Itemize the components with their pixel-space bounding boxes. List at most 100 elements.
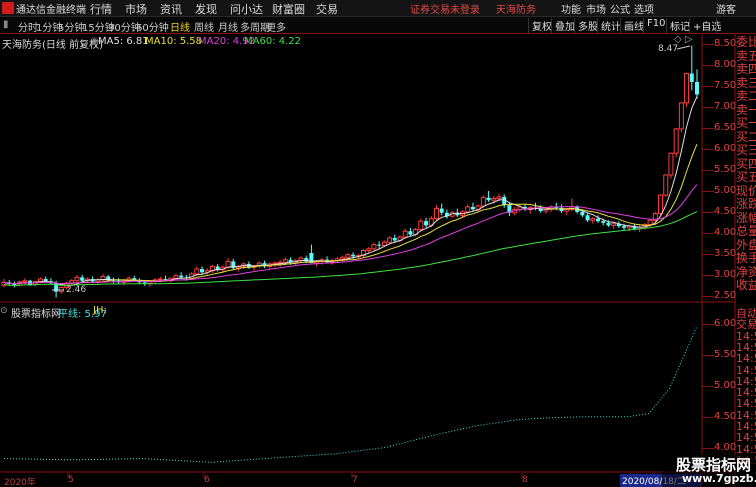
candle-body bbox=[678, 102, 684, 130]
price-tick bbox=[702, 107, 714, 109]
price-axis-label: 5.00 bbox=[714, 184, 737, 196]
candle-body bbox=[684, 73, 690, 104]
candle-body bbox=[277, 261, 283, 264]
price-tick bbox=[702, 190, 714, 192]
high-arrow bbox=[676, 45, 691, 50]
price-tick bbox=[702, 128, 714, 130]
stock-title: 天海防务(日线 前复权) bbox=[2, 40, 103, 51]
sidebar-lower-2: 14:50 bbox=[736, 329, 756, 343]
date-label: 5 bbox=[68, 475, 74, 485]
price-tick bbox=[702, 253, 714, 255]
sidebar-3: 卖三 bbox=[736, 75, 756, 90]
ma60-legend: MA60: 4.22 bbox=[244, 36, 302, 47]
candle-body bbox=[173, 275, 179, 279]
candle-body bbox=[74, 276, 80, 282]
candle-body bbox=[351, 254, 356, 257]
pingxian-line bbox=[3, 325, 698, 463]
candle-body bbox=[465, 206, 471, 213]
indicator-settings-icon[interactable]: ⊙ bbox=[0, 306, 8, 316]
sidebar-14: 总量 bbox=[736, 224, 756, 238]
price-tick bbox=[702, 65, 714, 67]
price-axis-label: 5.50 bbox=[714, 164, 737, 175]
sidebar-lower-5: 14:50 bbox=[736, 363, 756, 377]
ma5-legend: MA5: 6.81 bbox=[98, 36, 149, 47]
price-axis-label: 3.00 bbox=[714, 268, 737, 280]
candle-body bbox=[424, 221, 429, 226]
date-label: 6 bbox=[204, 475, 210, 485]
candle-body bbox=[157, 278, 163, 281]
sidebar-lower-12: 14:50 bbox=[736, 442, 756, 456]
price-axis-label: 7.00 bbox=[714, 101, 737, 113]
candle-body bbox=[408, 231, 413, 235]
candle-body bbox=[80, 277, 85, 281]
sidebar-8: 买三 bbox=[736, 143, 756, 157]
price-axis-label: 2.50 bbox=[714, 289, 737, 301]
candle-body bbox=[491, 198, 497, 201]
high-price-label: 8.47 bbox=[658, 44, 679, 54]
candle-body bbox=[580, 211, 585, 216]
collapse-icon[interactable]: ◇ ▷ bbox=[674, 34, 693, 45]
jh-label: JH: bbox=[93, 305, 107, 316]
date-label: 7 bbox=[352, 475, 358, 485]
indicator-axis-label: 5.50 bbox=[714, 349, 737, 361]
candle-body bbox=[470, 206, 475, 210]
candle-body bbox=[225, 260, 231, 268]
sidebar-4: 卖二 bbox=[736, 89, 756, 103]
date-label: 8 bbox=[522, 475, 528, 485]
candle-body bbox=[658, 194, 664, 215]
candle-body bbox=[622, 226, 627, 228]
sidebar-1: 卖五 bbox=[736, 48, 756, 63]
indicator-tick bbox=[702, 355, 714, 357]
sidebar-5: 卖一 bbox=[736, 102, 756, 117]
indicator-axis-label: 6.00 bbox=[714, 318, 737, 330]
candle-body bbox=[200, 268, 204, 273]
sidebar-lower-11: 14:50 bbox=[736, 431, 756, 445]
price-axis-label: 6.00 bbox=[714, 143, 737, 155]
sidebar-11: 现价 bbox=[736, 183, 756, 198]
candle-body bbox=[486, 197, 491, 201]
price-axis-label: 8.50 bbox=[714, 38, 737, 50]
sidebar-10: 买五 bbox=[736, 170, 756, 184]
candle-body bbox=[377, 244, 382, 246]
candle-body bbox=[381, 241, 387, 246]
indicator-axis-label: 5.00 bbox=[714, 379, 737, 391]
candle-body bbox=[585, 215, 590, 221]
candle-body bbox=[433, 208, 439, 220]
candle-body bbox=[282, 259, 288, 263]
sidebar-16: 换手 bbox=[736, 251, 756, 265]
indicator-axis-label: 4.00 bbox=[714, 441, 737, 453]
candle-body bbox=[340, 256, 346, 260]
candle-body bbox=[179, 275, 184, 278]
sidebar-6: 买一 bbox=[736, 116, 756, 130]
ma10-legend: MA10: 5.58 bbox=[145, 36, 203, 47]
candle-body bbox=[418, 220, 424, 231]
sidebar-12: 涨跌 bbox=[736, 197, 756, 211]
watermark-url: www.7gpzb.com bbox=[682, 472, 756, 485]
candle-body bbox=[371, 244, 377, 250]
sidebar-lower-8: 14:50 bbox=[736, 397, 756, 411]
ma5-line bbox=[3, 96, 698, 286]
sidebar-15: 外盘 bbox=[736, 237, 756, 252]
price-axis-label: 3.50 bbox=[714, 247, 737, 259]
candle-body bbox=[345, 254, 351, 258]
sidebar-lower-4: 14:50 bbox=[736, 352, 756, 366]
price-tick bbox=[702, 44, 714, 46]
price-tick bbox=[702, 170, 714, 171]
indicator-axis-label: 4.50 bbox=[714, 410, 737, 422]
date-label: 2020年 bbox=[4, 478, 36, 487]
kline-chart[interactable] bbox=[0, 0, 756, 487]
candle-body bbox=[689, 73, 694, 82]
sidebar-17: 净资 bbox=[736, 264, 756, 279]
sidebar-9: 买四 bbox=[736, 156, 756, 171]
candle-body bbox=[480, 197, 486, 207]
indicator-tick bbox=[702, 416, 714, 418]
candle-body bbox=[673, 128, 679, 154]
sidebar-lower-1: 交易 bbox=[736, 318, 756, 332]
candle-body bbox=[142, 282, 147, 284]
price-tick bbox=[702, 232, 714, 234]
sidebar-2: 卖四 bbox=[736, 62, 756, 76]
candle-body bbox=[564, 208, 570, 212]
sidebar-13: 涨幅 bbox=[736, 210, 756, 225]
candle-body bbox=[366, 248, 372, 252]
price-tick bbox=[702, 295, 714, 297]
